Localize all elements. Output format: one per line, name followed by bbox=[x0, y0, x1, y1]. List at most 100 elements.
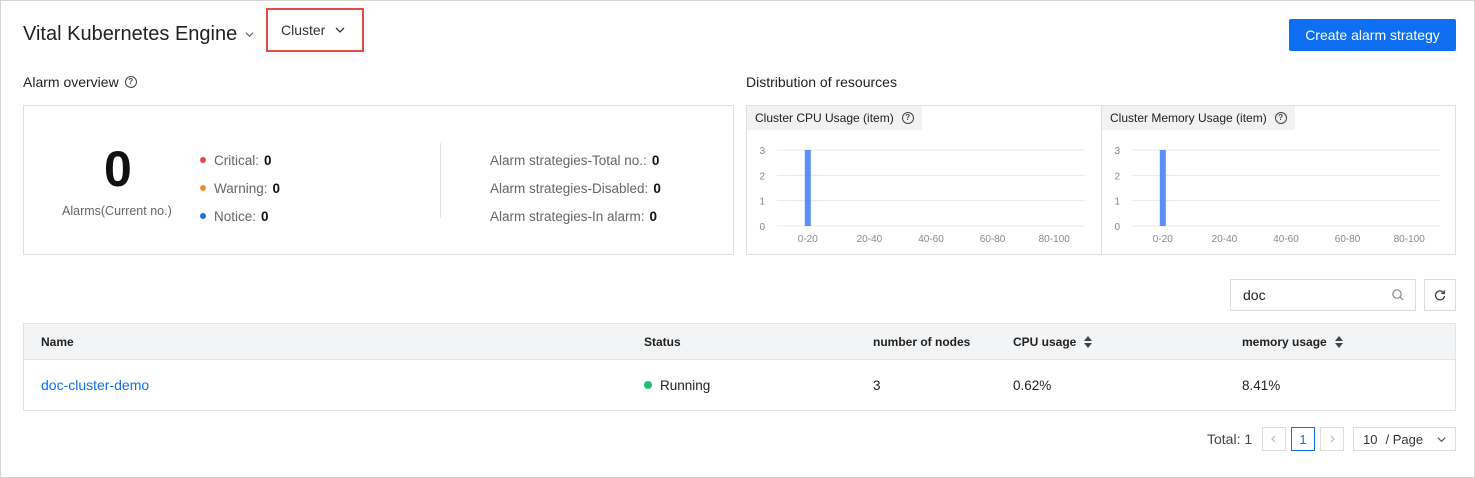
page-size-value: 10 bbox=[1363, 431, 1378, 447]
cell-name: doc-cluster-demo bbox=[41, 360, 149, 410]
x-tick-label: 40-60 bbox=[1273, 234, 1299, 245]
cluster-select[interactable]: Cluster bbox=[266, 8, 364, 52]
chevron-down-icon bbox=[245, 32, 254, 38]
help-icon[interactable]: ? bbox=[901, 112, 914, 124]
strategy-value: 0 bbox=[651, 152, 660, 168]
sort-icon[interactable] bbox=[1334, 336, 1343, 348]
level-warning: Warning: 0 bbox=[200, 174, 280, 202]
column-nodes-label: number of nodes bbox=[873, 335, 971, 349]
x-tick-label: 0-20 bbox=[798, 234, 818, 245]
memory-usage-chart-tab: Cluster Memory Usage (item) ? bbox=[1102, 106, 1295, 130]
y-tick-label: 0 bbox=[759, 222, 765, 233]
x-tick-label: 20-40 bbox=[857, 234, 883, 245]
x-tick-label: 60-80 bbox=[1335, 234, 1361, 245]
column-status: Status bbox=[644, 324, 681, 360]
table-header: Name Status number of nodes CPU usage me… bbox=[24, 324, 1455, 360]
column-memory-usage[interactable]: memory usage bbox=[1242, 324, 1343, 360]
cpu-usage-chart-tab: Cluster CPU Usage (item) ? bbox=[747, 106, 922, 130]
help-icon[interactable]: ? bbox=[124, 76, 137, 88]
search-box[interactable] bbox=[1230, 279, 1416, 311]
cpu-usage-chart-panel: Cluster CPU Usage (item) ? 0 1 2 3 0-20 20-40… bbox=[747, 106, 1102, 254]
y-tick-label: 3 bbox=[1114, 146, 1120, 157]
critical-dot-icon bbox=[200, 157, 206, 163]
distribution-title: Distribution of resources bbox=[746, 74, 897, 90]
x-tick-label: 0-20 bbox=[1153, 234, 1173, 245]
alarm-strategies: Alarm strategies-Total no.: 0 Alarm stra… bbox=[490, 146, 661, 230]
x-tick-label: 60-80 bbox=[980, 234, 1006, 245]
cpu-usage-chart: 0 1 2 3 0-20 20-40 40-60 60-80 80-100 bbox=[759, 146, 1085, 245]
app-title: Vital Kubernetes Engine bbox=[23, 23, 238, 45]
cell-status: Running bbox=[644, 360, 710, 410]
notice-dot-icon bbox=[200, 213, 206, 219]
alarm-count-label: Alarms(Current no.) bbox=[62, 204, 172, 218]
memory-usage-chart-panel: Cluster Memory Usage (item) ? 0 1 2 3 0-20 20… bbox=[1102, 106, 1457, 254]
app-title-dropdown[interactable]: Vital Kubernetes Engine bbox=[23, 23, 254, 46]
strategy-total: Alarm strategies-Total no.: 0 bbox=[490, 146, 661, 174]
status-running-icon bbox=[644, 381, 652, 389]
cell-nodes: 3 bbox=[873, 377, 881, 393]
strategy-label: Alarm strategies-In alarm: bbox=[490, 208, 645, 224]
column-cpu-usage-label: CPU usage bbox=[1013, 335, 1077, 349]
warning-dot-icon bbox=[200, 185, 206, 191]
cluster-select-label: Cluster bbox=[281, 22, 326, 38]
chart-title: Cluster Memory Usage (item) bbox=[1110, 111, 1267, 125]
level-notice: Notice: 0 bbox=[200, 202, 280, 230]
next-page-button[interactable] bbox=[1320, 427, 1344, 451]
page-size-select[interactable]: 10 / Page bbox=[1353, 427, 1456, 451]
search-icon[interactable] bbox=[1391, 288, 1405, 302]
level-label: Critical: bbox=[214, 152, 260, 168]
sort-icon[interactable] bbox=[1084, 336, 1093, 348]
cell-cpu-usage: 0.62% bbox=[1013, 377, 1052, 393]
chevron-down-icon bbox=[1437, 436, 1446, 442]
level-value: 0 bbox=[264, 152, 272, 168]
level-value: 0 bbox=[272, 180, 281, 196]
x-tick-label: 80-100 bbox=[1039, 234, 1071, 245]
alarm-count: 0 bbox=[104, 141, 132, 197]
cluster-table: Name Status number of nodes CPU usage me… bbox=[23, 323, 1456, 411]
refresh-icon bbox=[1434, 290, 1446, 301]
strategy-value: 0 bbox=[653, 180, 661, 196]
level-label: Notice: bbox=[214, 208, 257, 224]
status-text: Running bbox=[660, 377, 711, 393]
pagination-total: Total: 1 bbox=[1207, 431, 1253, 447]
cell-memory-usage: 8.41% bbox=[1242, 377, 1281, 393]
column-name: Name bbox=[41, 324, 74, 360]
column-memory-usage-label: memory usage bbox=[1242, 335, 1327, 349]
page-size-suffix: / Page bbox=[1385, 431, 1424, 447]
memory-usage-chart: 0 1 2 3 0-20 20-40 40-60 60-80 80-100 bbox=[1114, 146, 1440, 245]
chart-title: Cluster CPU Usage (item) bbox=[755, 111, 894, 125]
bar[interactable] bbox=[1159, 150, 1166, 226]
search-input[interactable] bbox=[1243, 287, 1383, 303]
alarm-overview-title: Alarm overview ? bbox=[23, 74, 137, 90]
y-tick-label: 3 bbox=[759, 146, 765, 157]
divider bbox=[440, 143, 441, 218]
x-tick-label: 40-60 bbox=[918, 234, 944, 245]
bar[interactable] bbox=[804, 150, 811, 226]
level-critical: Critical: 0 bbox=[200, 146, 280, 174]
table-row: doc-cluster-demo Running 3 0.62% 8.41% bbox=[24, 360, 1455, 410]
alarm-levels: Critical: 0 Warning: 0 Notice: 0 bbox=[200, 146, 280, 230]
refresh-button[interactable] bbox=[1424, 279, 1456, 311]
level-value: 0 bbox=[261, 208, 269, 224]
help-icon[interactable]: ? bbox=[1274, 112, 1287, 124]
chevron-left-icon bbox=[1271, 435, 1276, 443]
column-nodes: number of nodes bbox=[873, 324, 970, 360]
chevron-right-icon bbox=[1330, 435, 1335, 443]
level-label: Warning: bbox=[214, 180, 268, 196]
y-tick-label: 2 bbox=[759, 171, 765, 182]
page-button-current[interactable]: 1 bbox=[1291, 427, 1315, 451]
strategy-in-alarm: Alarm strategies-In alarm: 0 bbox=[490, 202, 661, 230]
x-tick-label: 80-100 bbox=[1394, 234, 1426, 245]
column-cpu-usage[interactable]: CPU usage bbox=[1013, 324, 1093, 360]
y-tick-label: 1 bbox=[1114, 197, 1120, 208]
column-name-label: Name bbox=[41, 335, 74, 349]
strategy-value: 0 bbox=[649, 208, 658, 224]
strategy-label: Alarm strategies-Total no.: bbox=[490, 152, 647, 168]
create-alarm-strategy-button[interactable]: Create alarm strategy bbox=[1289, 19, 1456, 51]
alarm-overview-card: 0 Alarms(Current no.) Critical: 0 Warnin… bbox=[23, 105, 734, 255]
strategy-disabled: Alarm strategies-Disabled: 0 bbox=[490, 174, 661, 202]
distribution-card: Cluster CPU Usage (item) ? 0 1 2 3 0-20 20-40… bbox=[746, 105, 1456, 255]
prev-page-button[interactable] bbox=[1262, 427, 1286, 451]
cluster-name-link[interactable]: doc-cluster-demo bbox=[41, 377, 149, 393]
y-tick-label: 1 bbox=[759, 197, 765, 208]
